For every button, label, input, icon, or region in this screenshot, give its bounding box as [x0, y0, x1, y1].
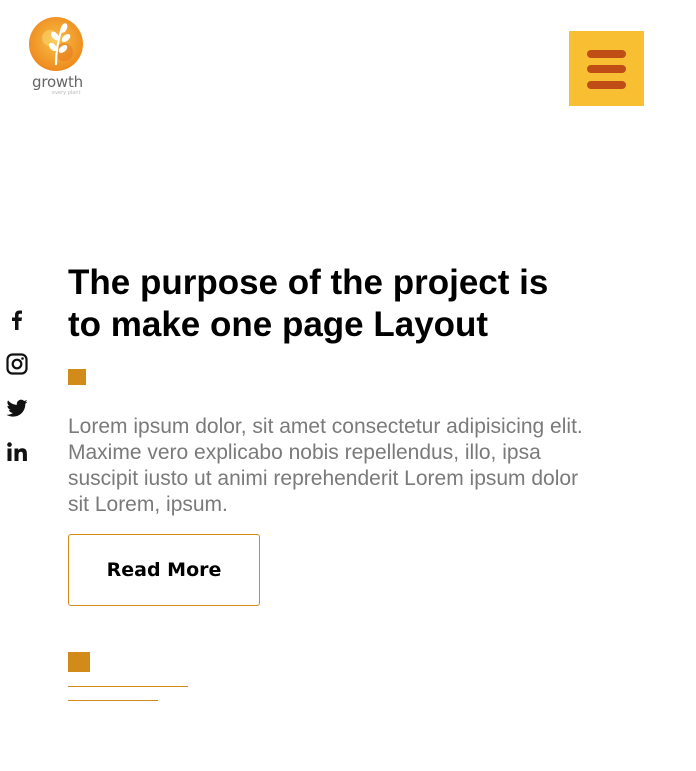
facebook-icon — [12, 310, 22, 330]
instagram-link[interactable] — [5, 352, 29, 376]
hero-description: Lorem ipsum dolor, sit amet consectetur … — [68, 415, 583, 516]
page: growth every plant The purpose of the pr… — [0, 0, 696, 771]
read-more-button[interactable]: Read More — [68, 534, 260, 606]
logo-sun-icon — [29, 17, 83, 71]
hamburger-menu-button[interactable] — [569, 31, 644, 106]
hero-title-line1: The purpose of the project is — [68, 263, 549, 302]
accent-square — [68, 369, 86, 385]
twitter-link[interactable] — [5, 396, 29, 420]
linkedin-link[interactable] — [5, 440, 29, 464]
logo-tagline: every plant — [52, 90, 81, 96]
divider-line-short — [68, 700, 158, 701]
menu-bar-bottom — [587, 81, 626, 89]
instagram-icon — [6, 353, 28, 375]
menu-bar-top — [587, 50, 626, 58]
menu-bar-middle — [587, 65, 626, 73]
twitter-icon — [6, 399, 28, 417]
growth-logo[interactable]: growth every plant — [28, 12, 118, 100]
logo-name: growth — [32, 73, 83, 91]
divider-line — [68, 686, 188, 687]
hero-section: The purpose of the project is to make one… — [68, 262, 588, 346]
facebook-link[interactable] — [5, 308, 29, 332]
linkedin-icon — [7, 442, 27, 461]
accent-square-bottom — [68, 652, 90, 672]
hero-title-line2: to make one page Layout — [68, 305, 489, 344]
hero-title: The purpose of the project is to make one… — [68, 262, 578, 346]
